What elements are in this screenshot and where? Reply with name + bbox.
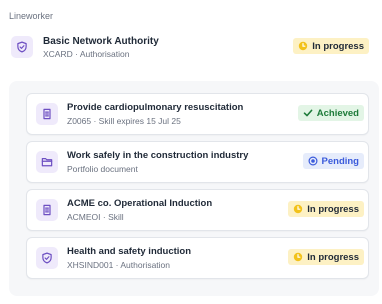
status-text: Achieved <box>316 107 359 119</box>
check-icon <box>303 108 313 118</box>
item-title: Work safely in the construction industry <box>67 150 249 161</box>
status-badge: In progress <box>288 201 364 217</box>
status-badge: In progress <box>293 38 369 54</box>
document-icon <box>36 103 58 125</box>
in-progress-icon <box>293 204 303 214</box>
shield-check-icon <box>11 36 33 58</box>
list-item[interactable]: Health and safety induction XHSIND001 · … <box>26 237 369 279</box>
list-item[interactable]: Work safely in the construction industry… <box>26 141 369 183</box>
status-badge: Achieved <box>297 105 364 121</box>
pending-icon <box>308 156 318 166</box>
folder-icon <box>36 151 58 173</box>
list-item[interactable]: ACME co. Operational Induction ACMEOI · … <box>26 189 369 231</box>
role-label: Lineworker <box>9 11 54 21</box>
status-text: In progress <box>307 251 359 263</box>
item-subtitle: XHSIND001 · Authorisation <box>67 260 170 270</box>
status-text: In progress <box>312 40 364 52</box>
list-item[interactable]: Provide cardiopulmonary resuscitation Z0… <box>26 93 369 135</box>
document-icon <box>36 199 58 221</box>
item-title: Health and safety induction <box>67 246 192 257</box>
status-badge: Pending <box>302 153 364 169</box>
authority-row[interactable]: Basic Network Authority XCARD · Authoris… <box>9 33 369 61</box>
status-badge: In progress <box>288 249 364 265</box>
requirements-panel: Provide cardiopulmonary resuscitation Z0… <box>9 81 379 296</box>
authority-subtitle: XCARD · Authorisation <box>43 49 130 59</box>
item-subtitle: ACMEOI · Skill <box>67 212 124 222</box>
status-text: Pending <box>321 155 359 167</box>
item-subtitle: Portfolio document <box>67 164 138 174</box>
in-progress-icon <box>293 252 303 262</box>
item-title: ACME co. Operational Induction <box>67 198 213 209</box>
status-text: In progress <box>307 203 359 215</box>
shield-check-icon <box>36 247 58 269</box>
authority-title: Basic Network Authority <box>43 36 159 47</box>
in-progress-icon <box>298 41 308 51</box>
item-title: Provide cardiopulmonary resuscitation <box>67 102 244 113</box>
item-subtitle: Z0065 · Skill expires 15 Jul 25 <box>67 116 181 126</box>
